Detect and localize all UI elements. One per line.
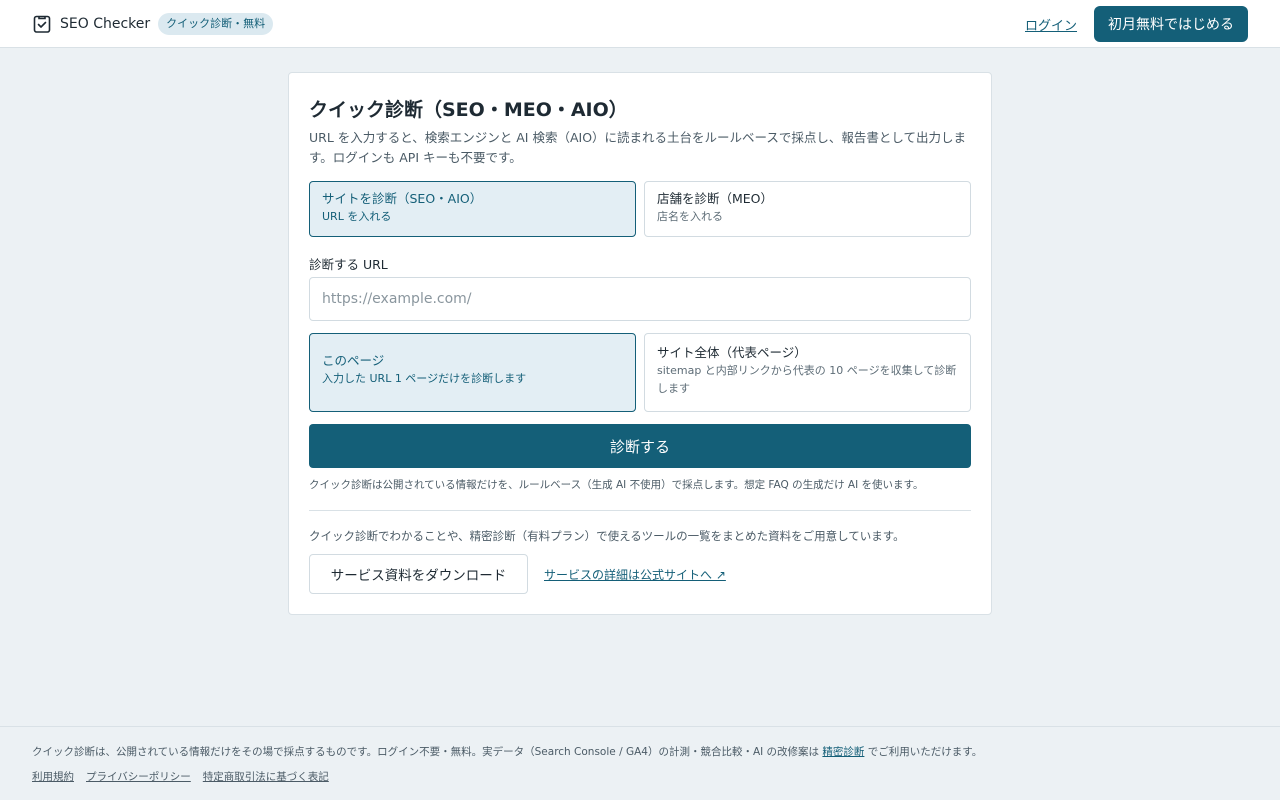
top-bar: SEO Checker クイック診断・無料 ログイン 初月無料ではじめる [0, 0, 1280, 48]
footer: クイック診断は、公開されている情報だけをその場で採点するものです。ログイン不要・… [0, 726, 1280, 800]
mode-option-store[interactable]: 店舗を診断（MEO） 店名を入れる [644, 181, 971, 237]
precise-check-link[interactable]: 精密診断 [822, 746, 864, 758]
page-description: URL を入力すると、検索エンジンと AI 検索（AIO）に読まれる土台をルール… [309, 130, 967, 165]
mode-option-title: 店舗を診断（MEO） [657, 191, 774, 206]
mode-option-subtitle: 店名を入れる [657, 210, 723, 223]
privacy-policy-link[interactable]: プライバシーポリシー [86, 769, 191, 784]
footer-links: 利用規約 プライバシーポリシー 特定商取引法に基づく表記 [32, 769, 329, 784]
mode-option-site[interactable]: サイトを診断（SEO・AIO） URL を入れる [309, 181, 636, 237]
scope-option-subtitle: sitemap と内部リンクから代表の 10 ページを収集して診断します [657, 364, 957, 395]
mode-option-title: サイトを診断（SEO・AIO） [322, 191, 483, 206]
scope-option-whole-site[interactable]: サイト全体（代表ページ） sitemap と内部リンクから代表の 10 ページを… [644, 333, 971, 412]
divider [309, 510, 971, 511]
terms-link[interactable]: 利用規約 [32, 769, 74, 784]
materials-promo: クイック診断でわかることや、精密診断（有料プラン）で使えるツールの一覧をまとめた… [309, 529, 905, 543]
footer-notice-text-end: でご利用いただけます。 [864, 746, 983, 758]
quick-check-card: クイック診断（SEO・MEO・AIO） URL を入力すると、検索エンジンと A… [288, 72, 992, 615]
scope-option-this-page[interactable]: このページ 入力した URL 1 ページだけを診断します [309, 333, 636, 412]
start-free-button[interactable]: 初月無料ではじめる [1094, 6, 1248, 42]
scope-option-title: サイト全体（代表ページ） [657, 345, 807, 360]
mode-option-subtitle: URL を入れる [322, 210, 392, 223]
scope-option-title: このページ [322, 353, 385, 368]
login-link[interactable]: ログイン [1025, 15, 1077, 34]
commercial-law-link[interactable]: 特定商取引法に基づく表記 [203, 769, 329, 784]
method-note: クイック診断は公開されている情報だけを、ルールベース（生成 AI 不使用）で採点… [309, 479, 924, 491]
official-site-link[interactable]: サービスの詳細は公式サイトへ ↗ [544, 566, 726, 583]
page-title: クイック診断（SEO・MEO・AIO） [309, 99, 628, 121]
clipboard-check-icon [32, 14, 52, 34]
brand-name: SEO Checker [60, 16, 151, 32]
brand[interactable]: SEO Checker クイック診断・無料 [32, 13, 274, 35]
footer-notice-text: クイック診断は、公開されている情報だけをその場で採点するものです。ログイン不要・… [32, 746, 823, 758]
url-input[interactable] [309, 277, 971, 321]
footer-notice: クイック診断は、公開されている情報だけをその場で採点するものです。ログイン不要・… [32, 744, 982, 759]
scope-option-subtitle: 入力した URL 1 ページだけを診断します [322, 372, 527, 385]
download-materials-button[interactable]: サービス資料をダウンロード [309, 554, 528, 594]
url-field-label: 診断する URL [309, 257, 388, 272]
free-badge: クイック診断・無料 [158, 13, 274, 35]
run-check-button[interactable]: 診断する [309, 424, 971, 468]
